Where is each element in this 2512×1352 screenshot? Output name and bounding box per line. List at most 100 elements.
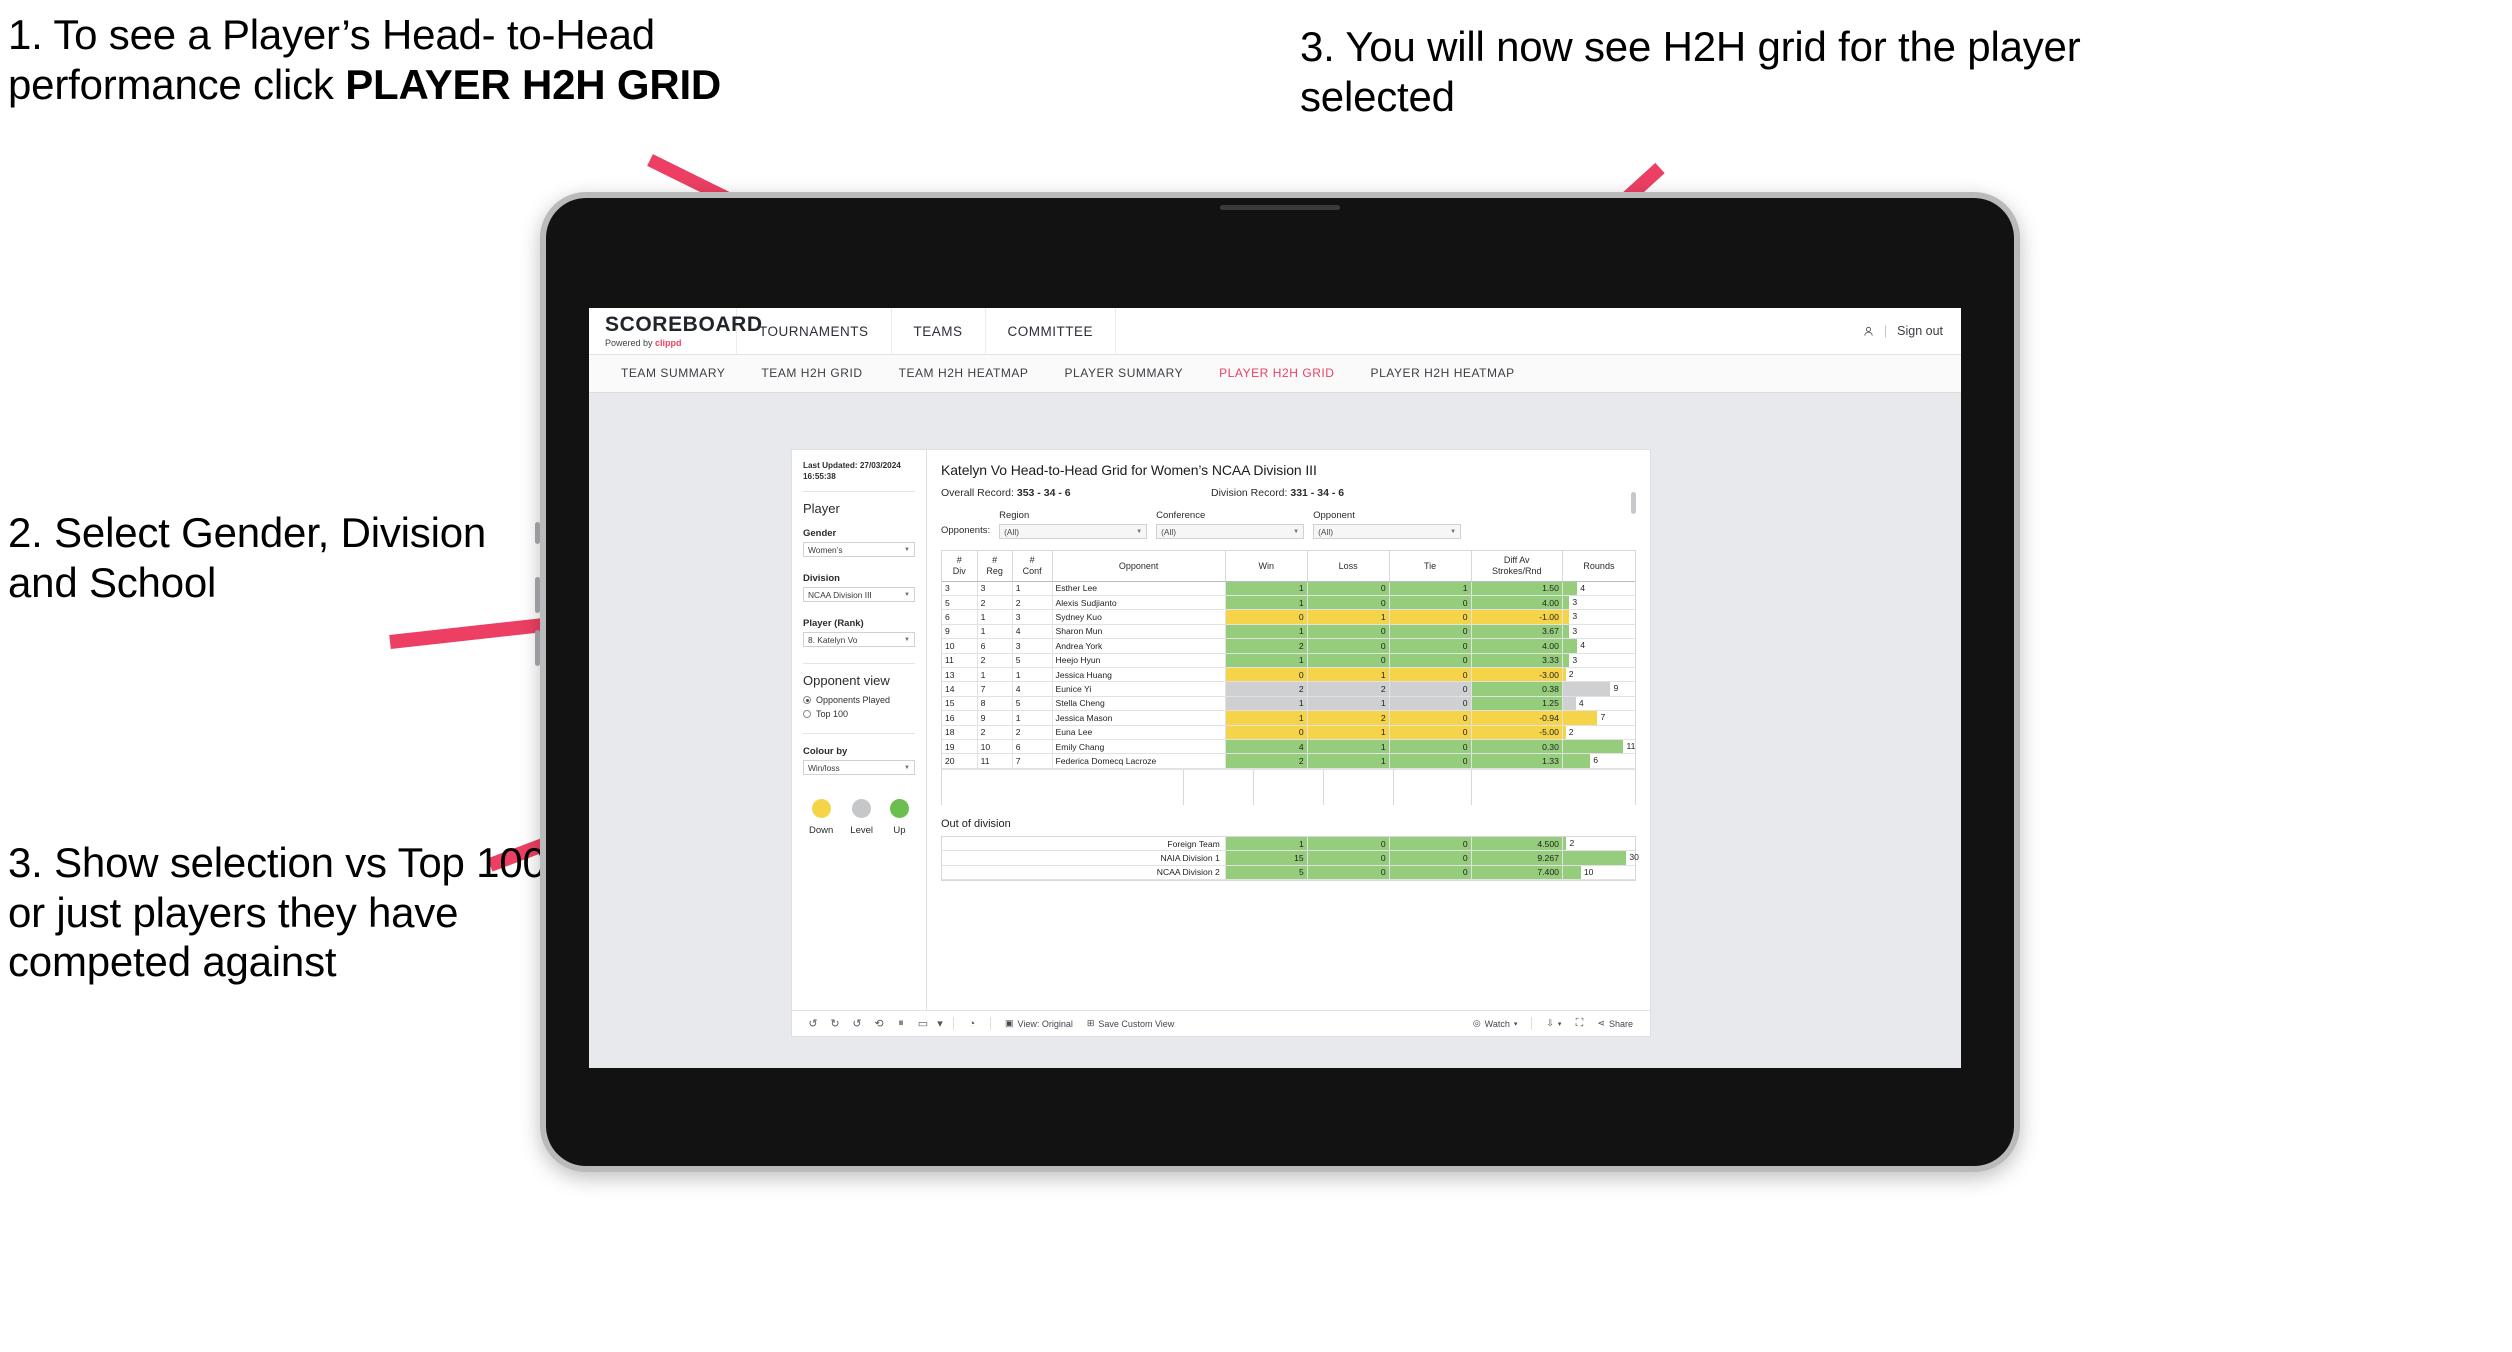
grid-scrollbar-thumb[interactable] (1631, 492, 1636, 514)
rounds-value: 6 (1593, 755, 1599, 766)
col-diff-line2: Strokes/Rnd (1491, 565, 1542, 576)
radio-top-100[interactable]: Top 100 (803, 709, 915, 719)
col-opponent[interactable]: Opponent (1052, 551, 1226, 582)
topnav-committee[interactable]: COMMITTEE (986, 308, 1117, 354)
fullscreen-icon[interactable]: ⛶ (1568, 1017, 1590, 1030)
grid-scrollbar[interactable] (1631, 492, 1636, 672)
tab-player-h2h-heatmap[interactable]: PLAYER H2H HEATMAP (1353, 355, 1533, 392)
table-row[interactable]: 19 10 6 Emily Chang 4 1 0 0.30 11 (942, 739, 1635, 755)
topnav-teams[interactable]: TEAMS (892, 308, 986, 354)
table-row[interactable]: 16 9 1 Jessica Mason 1 2 0 -0.94 7 (942, 710, 1635, 726)
rounds-bar (1562, 865, 1581, 880)
dashboard-canvas: Last Updated: 27/03/2024 16:55:38 Player… (589, 393, 1961, 1068)
cell-diff: 4.00 (1471, 595, 1563, 611)
chevron-down-icon[interactable]: ▾ (934, 1017, 946, 1030)
tab-player-summary[interactable]: PLAYER SUMMARY (1047, 355, 1202, 392)
cell-tie: 0 (1389, 638, 1472, 654)
redo-icon[interactable]: ↻ (824, 1017, 846, 1030)
cell-loss: 0 (1307, 581, 1390, 596)
cell-loss: 1 (1307, 667, 1390, 683)
refresh-icon[interactable]: ⟲ (868, 1017, 890, 1030)
out-of-division-row[interactable]: NAIA Division 1 15 0 0 9.267 30 (942, 850, 1639, 866)
col-loss[interactable]: Loss (1307, 551, 1390, 582)
tab-team-summary[interactable]: TEAM SUMMARY (603, 355, 743, 392)
overall-record: Overall Record: 353 - 34 - 6 (941, 487, 1211, 499)
annotation-1-line3: PLAYER H2H GRID (345, 60, 722, 108)
share-icon: ⋖ (1597, 1018, 1605, 1028)
tablet-side-button-2 (535, 577, 540, 613)
table-empty-space (942, 768, 1635, 805)
table-row[interactable]: 14 7 4 Eunice Yi 2 2 0 0.38 9 (942, 681, 1635, 697)
col-reg[interactable]: # Reg (977, 551, 1013, 582)
cell-rounds: 4 (1562, 638, 1635, 654)
colour-legend: Down Level Up (803, 799, 915, 836)
colour-by-dropdown[interactable]: Win/loss ▼ (803, 760, 915, 776)
radio-opponents-played[interactable]: Opponents Played (803, 695, 915, 705)
table-row[interactable]: 5 2 2 Alexis Sudjianto 1 0 0 4.00 3 (942, 595, 1635, 611)
out-of-division-title: Out of division (941, 817, 1011, 830)
col-div-line1: # (956, 555, 962, 566)
cell-reg: 11 (977, 753, 1013, 769)
scoreboard-logo[interactable]: SCOREBOARD Powered by clippd (589, 308, 762, 354)
cell-rounds: 3 (1562, 609, 1635, 625)
cell-ood-loss: 0 (1307, 865, 1390, 881)
watch-button[interactable]: ◎ Watch ▾ (1466, 1018, 1525, 1029)
undo-icon[interactable]: ↺ (802, 1017, 824, 1030)
chevron-down-icon: ▼ (1136, 528, 1143, 535)
table-row[interactable]: 10 6 3 Andrea York 2 0 0 4.00 4 (942, 638, 1635, 654)
cell-div: 15 (942, 696, 978, 712)
division-dropdown[interactable]: NCAA Division III ▼ (803, 587, 915, 603)
col-rounds[interactable]: Rounds (1562, 551, 1635, 582)
cell-tie: 0 (1389, 595, 1472, 611)
cell-diff: 1.33 (1471, 753, 1563, 769)
rounds-bar (1562, 696, 1576, 711)
legend-item-level: Level (850, 799, 873, 836)
tab-team-h2h-grid[interactable]: TEAM H2H GRID (743, 355, 880, 392)
cell-conf: 2 (1012, 725, 1053, 740)
opponent-filter-dropdown[interactable]: (All) ▼ (1313, 524, 1462, 539)
table-row[interactable]: 13 1 1 Jessica Huang 0 1 0 -3.00 2 (942, 667, 1635, 683)
table-row[interactable]: 3 3 1 Esther Lee 1 0 1 1.50 4 (942, 581, 1635, 596)
topnav-tournaments[interactable]: TOURNAMENTS (737, 308, 892, 354)
out-of-division-row[interactable]: Foreign Team 1 0 0 4.500 2 (942, 836, 1635, 852)
clock-history-icon[interactable]: ◔ (961, 1018, 983, 1030)
cell-loss: 1 (1307, 739, 1390, 755)
annotation-3: 3. Show selection vs Top 100 or just pla… (8, 839, 546, 986)
col-win[interactable]: Win (1224, 551, 1308, 582)
table-row[interactable]: 20 11 7 Federica Domecq Lacroze 2 1 0 1.33 6 (942, 753, 1635, 769)
table-row[interactable]: 15 8 5 Stella Cheng 1 1 0 1.25 4 (942, 696, 1635, 712)
out-of-division-row[interactable]: NCAA Division 2 5 0 0 7.400 10 (942, 865, 1635, 881)
cell-loss: 1 (1307, 609, 1390, 625)
col-div[interactable]: # Div (942, 551, 978, 582)
table-row[interactable]: 11 2 5 Heejo Hyun 1 0 0 3.33 3 (942, 653, 1635, 668)
revert-icon[interactable]: ↺ (846, 1017, 868, 1030)
table-row[interactable]: 18 2 2 Euna Lee 0 1 0 -5.00 2 (942, 725, 1635, 740)
cell-opponent: Sharon Mun (1052, 624, 1226, 640)
share-button[interactable]: ⋖ Share (1590, 1018, 1640, 1029)
download-button[interactable]: ⇩ ▾ (1539, 1018, 1568, 1029)
col-diff-av-strokes[interactable]: Diff Av Strokes/Rnd (1471, 551, 1563, 582)
sign-out-link[interactable]: Sign out (1897, 324, 1943, 338)
col-conf[interactable]: # Conf (1012, 551, 1053, 582)
cell-reg: 2 (977, 595, 1013, 611)
player-section-title: Player (803, 501, 840, 517)
region-filter-dropdown[interactable]: (All) ▼ (999, 524, 1148, 539)
tab-player-h2h-grid[interactable]: PLAYER H2H GRID (1201, 355, 1352, 392)
rectangle-select-icon[interactable]: ▭ (912, 1017, 934, 1030)
filler-col-diff (1394, 769, 1472, 805)
cell-win: 1 (1224, 624, 1308, 640)
player-rank-value: 8. Katelyn Vo (808, 634, 858, 645)
table-row[interactable]: 9 1 4 Sharon Mun 1 0 0 3.67 3 (942, 624, 1635, 640)
conference-filter-dropdown[interactable]: (All) ▼ (1156, 524, 1305, 539)
player-rank-dropdown[interactable]: 8. Katelyn Vo ▼ (803, 632, 915, 648)
table-row[interactable]: 6 1 3 Sydney Kuo 0 1 0 -1.00 3 (942, 609, 1635, 625)
save-custom-view-button[interactable]: ⊞ Save Custom View (1080, 1018, 1181, 1029)
cell-ood-win: 1 (1224, 836, 1308, 852)
pause-icon[interactable]: ⏸ (890, 1017, 912, 1030)
tab-team-h2h-heatmap[interactable]: TEAM H2H HEATMAP (881, 355, 1047, 392)
col-tie[interactable]: Tie (1389, 551, 1472, 582)
view-original-button[interactable]: ▣ View: Original (998, 1018, 1080, 1029)
cell-conf: 1 (1012, 581, 1053, 596)
person-icon[interactable] (1863, 326, 1874, 337)
gender-dropdown[interactable]: Women’s ▼ (803, 542, 915, 558)
